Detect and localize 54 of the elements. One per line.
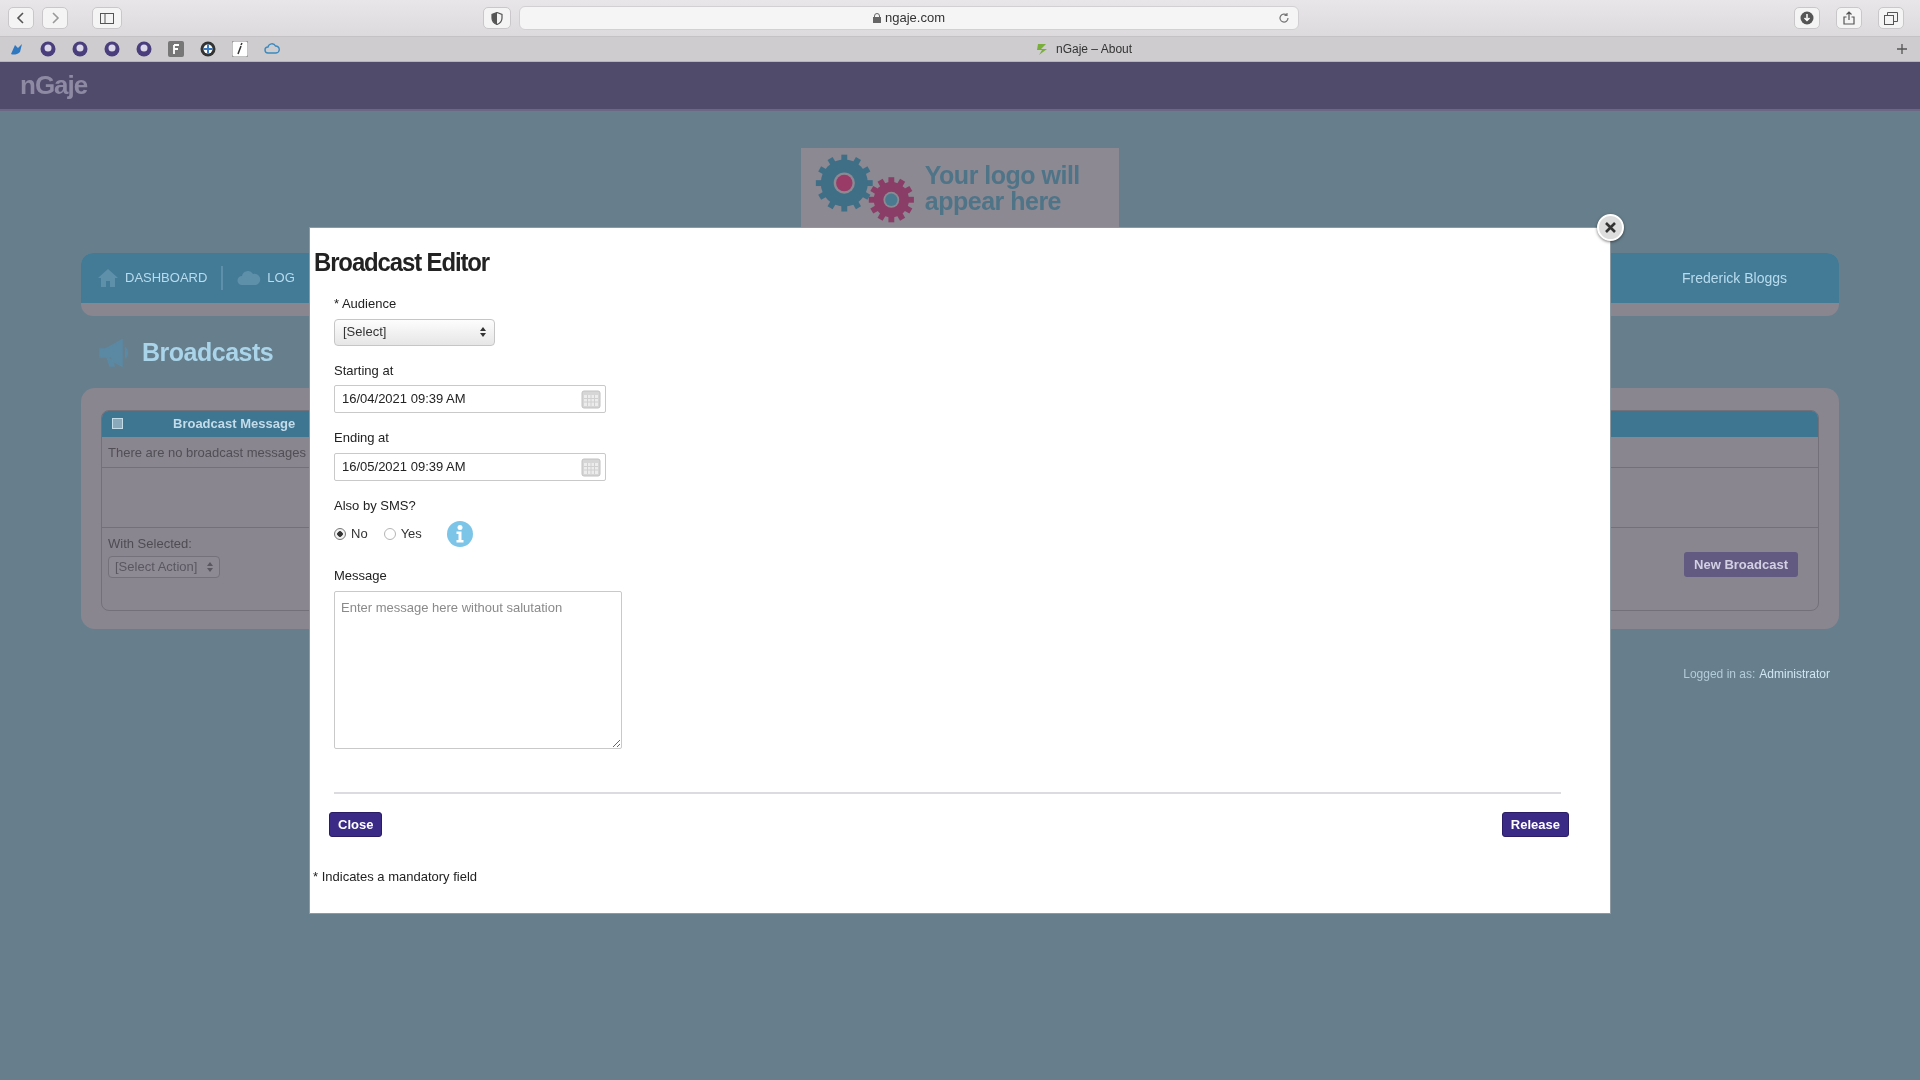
empty-message: There are no broadcast messages xyxy=(108,444,306,460)
bookmark-icon[interactable] xyxy=(200,41,216,57)
bookmark-icon[interactable] xyxy=(72,41,88,57)
field-label: With Selected: xyxy=(108,535,192,551)
audience-select[interactable]: [Select] xyxy=(334,318,495,346)
shield-icon xyxy=(491,11,503,25)
back-icon xyxy=(16,12,26,24)
cloud-icon xyxy=(237,270,262,286)
bookmark-icon[interactable] xyxy=(40,41,56,57)
stepper-icon xyxy=(480,327,486,337)
bookmark-icon[interactable] xyxy=(232,41,248,57)
logo-text: Your logo will appear here xyxy=(924,161,1081,215)
shield-button[interactable] xyxy=(483,7,511,29)
field-label: Ending at xyxy=(334,429,390,447)
app-logo: nGaje xyxy=(20,69,88,102)
bookmark-icon[interactable] xyxy=(104,41,120,57)
reload-icon[interactable] xyxy=(1278,12,1290,24)
share-button[interactable] xyxy=(1836,7,1862,29)
checkbox[interactable] xyxy=(112,418,123,429)
house-icon xyxy=(97,268,119,288)
forward-icon xyxy=(50,12,60,24)
download-button[interactable] xyxy=(1794,7,1820,29)
close-button[interactable]: Close xyxy=(329,811,383,837)
sidebar-icon xyxy=(100,12,114,24)
cloud-icon[interactable] xyxy=(264,41,280,57)
new-broadcast-button[interactable]: New Broadcast xyxy=(1684,551,1798,577)
footnote: * Indicates a mandatory field xyxy=(313,868,479,886)
stepper-icon xyxy=(207,562,213,572)
back-button[interactable] xyxy=(8,7,34,29)
release-button[interactable]: Release xyxy=(1501,811,1569,837)
tabs-button[interactable] xyxy=(1878,7,1904,29)
close-icon[interactable] xyxy=(1597,214,1624,241)
new-tab-icon[interactable] xyxy=(1896,43,1908,55)
date-field[interactable]: 16/04/2021 09:39 AM xyxy=(334,385,606,413)
bookmark-icon[interactable] xyxy=(136,41,152,57)
dialog-title: Broadcast Editor xyxy=(314,246,491,279)
field-label: Also by SMS? xyxy=(334,496,417,515)
page-title: Broadcasts xyxy=(142,337,274,368)
column-header: Broadcast Message xyxy=(173,414,296,433)
address-bar[interactable]: ngaje.com xyxy=(519,6,1299,30)
share-icon xyxy=(1843,11,1855,25)
tabs-icon xyxy=(1884,11,1898,25)
field-label: * Audience xyxy=(334,295,398,313)
sidebar-button[interactable] xyxy=(92,7,122,29)
message-field[interactable]: Enter message here without salutation xyxy=(334,590,622,749)
logged-in-label: Logged in as: xyxy=(1683,665,1756,683)
date-field[interactable]: 16/05/2021 09:39 AM xyxy=(334,452,606,481)
radio-option[interactable]: Yes xyxy=(383,524,422,544)
tab-title[interactable]: nGaje – About xyxy=(1056,40,1133,58)
field-label: Message xyxy=(334,567,388,585)
field-label: Starting at xyxy=(334,361,395,380)
radio-option[interactable]: No xyxy=(334,524,368,544)
lock-icon xyxy=(873,13,881,23)
download-icon xyxy=(1800,11,1814,25)
